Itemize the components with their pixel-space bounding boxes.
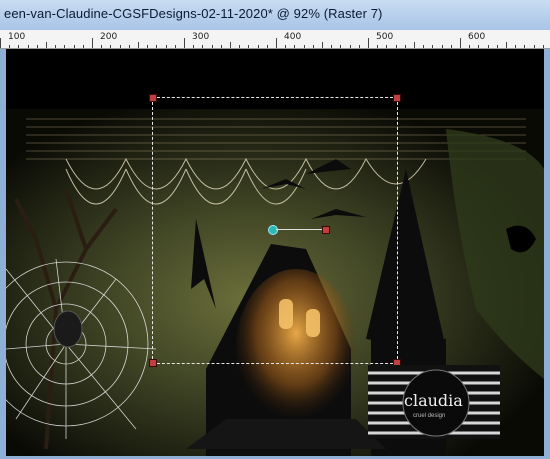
ruler-tick [211, 45, 213, 48]
ruler-tick [515, 45, 517, 48]
ruler-tick [92, 38, 93, 48]
ruler-tick [450, 45, 452, 48]
ruler-tick [395, 45, 397, 48]
ruler-tick [331, 45, 333, 48]
ruler-tick [469, 45, 471, 48]
ruler-tick [414, 42, 415, 48]
ruler-label-600: 600 [468, 32, 486, 42]
rotation-pivot-icon[interactable] [268, 225, 278, 235]
rotation-handle[interactable] [322, 226, 330, 234]
ruler-tick [312, 45, 314, 48]
ruler-tick [55, 45, 57, 48]
ruler-label-200: 200 [100, 32, 118, 42]
claudia-watermark: claudia cruel design [368, 365, 500, 439]
ruler-tick [101, 45, 103, 48]
ruler-tick [9, 45, 11, 48]
ruler-tick [128, 45, 130, 48]
ruler-tick [184, 38, 185, 48]
horizontal-ruler[interactable]: 100 200 300 400 500 600 [0, 30, 550, 49]
ruler-tick [138, 42, 139, 48]
ruler-tick [460, 38, 461, 48]
ruler-tick [404, 45, 406, 48]
ruler-tick [73, 45, 75, 48]
spider-icon [53, 310, 83, 348]
ruler-tick [82, 45, 84, 48]
ruler-tick [506, 42, 507, 48]
resize-handle-top-right[interactable] [393, 94, 401, 102]
ruler-tick [386, 45, 388, 48]
title-bar[interactable]: een-van-Claudine-CGSFDesigns-02-11-2020*… [0, 0, 550, 31]
ruler-tick [542, 45, 544, 48]
ruler-tick [110, 45, 112, 48]
resize-handle-bottom-left[interactable] [149, 359, 157, 367]
ruler-tick [487, 45, 489, 48]
watermark-brand: claudia [404, 391, 463, 410]
ruler-tick [174, 45, 176, 48]
ruler-tick [368, 38, 369, 48]
ruler-tick [478, 45, 480, 48]
ruler-tick [257, 45, 259, 48]
ruler-tick [165, 45, 167, 48]
ruler-tick [230, 42, 231, 48]
ruler-tick [340, 45, 342, 48]
ruler-tick [46, 42, 47, 48]
ruler-label-100: 100 [8, 32, 26, 42]
ruler-tick [156, 45, 158, 48]
ruler-label-500: 500 [376, 32, 394, 42]
ruler-label-300: 300 [192, 32, 210, 42]
ruler-tick [266, 45, 268, 48]
ruler-tick [36, 45, 38, 48]
ruler-tick [202, 45, 204, 48]
ruler-tick [285, 45, 287, 48]
app-window: een-van-Claudine-CGSFDesigns-02-11-2020*… [0, 0, 550, 459]
ruler-tick [533, 45, 535, 48]
ruler-tick [358, 45, 360, 48]
ruler-tick [27, 45, 29, 48]
ruler-tick [18, 45, 20, 48]
ruler-tick [423, 45, 425, 48]
ruler-tick [294, 45, 296, 48]
window-title: een-van-Claudine-CGSFDesigns-02-11-2020*… [4, 6, 383, 21]
ruler-tick [0, 38, 1, 48]
resize-handle-top-left[interactable] [149, 94, 157, 102]
ruler-tick [441, 45, 443, 48]
ruler-tick [349, 45, 351, 48]
watermark-tagline: cruel design [413, 413, 446, 419]
ruler-tick [119, 45, 121, 48]
image-canvas[interactable]: claudia cruel design [4, 49, 546, 456]
ruler-tick [193, 45, 195, 48]
ruler-tick [276, 38, 277, 48]
ruler-tick [64, 45, 66, 48]
ruler-tick [377, 45, 379, 48]
ruler-tick [322, 42, 323, 48]
ruler-tick [248, 45, 250, 48]
ruler-tick [303, 45, 305, 48]
ruler-tick [524, 45, 526, 48]
rotation-arm [276, 229, 322, 230]
ruler-tick [147, 45, 149, 48]
ruler-tick [220, 45, 222, 48]
ruler-tick [239, 45, 241, 48]
ruler-tick [496, 45, 498, 48]
ruler-label-400: 400 [284, 32, 302, 42]
ruler-tick [432, 45, 434, 48]
